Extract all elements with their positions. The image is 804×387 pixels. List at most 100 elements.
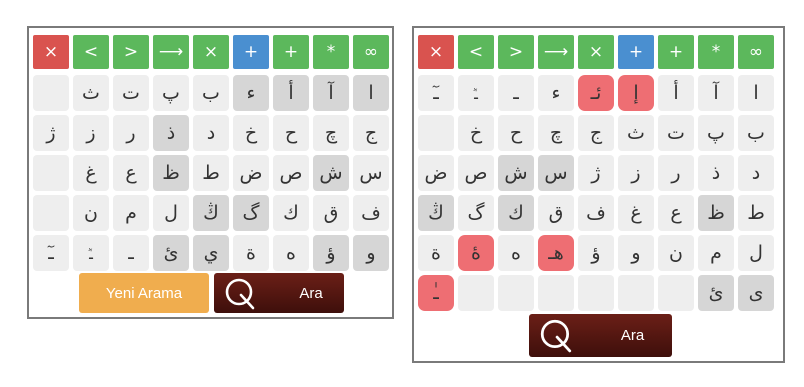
letter-key[interactable]: خ xyxy=(458,115,494,151)
letter-key[interactable]: ڭ xyxy=(418,195,454,231)
move-left-button[interactable]: < xyxy=(73,35,109,69)
letter-key[interactable]: ژ xyxy=(578,155,614,191)
move-left-button[interactable]: < xyxy=(458,35,494,69)
letter-key[interactable]: أ xyxy=(273,75,309,111)
clear-button[interactable]: × xyxy=(193,35,229,69)
letter-key[interactable]: پ xyxy=(153,75,189,111)
letter-key[interactable]: خ xyxy=(233,115,269,151)
letter-key[interactable]: ه xyxy=(498,235,534,271)
letter-key[interactable]: ج xyxy=(578,115,614,151)
close-button[interactable]: × xyxy=(33,35,69,69)
move-right-button[interactable]: > xyxy=(498,35,534,69)
letter-key[interactable]: ج xyxy=(353,115,389,151)
letter-key[interactable]: ت xyxy=(658,115,694,151)
close-button[interactable]: × xyxy=(418,35,454,69)
letter-key[interactable]: ة xyxy=(418,235,454,271)
letter-key[interactable]: ت xyxy=(113,75,149,111)
letter-key[interactable]: ف xyxy=(353,195,389,231)
letter-key[interactable]: آ xyxy=(698,75,734,111)
letter-key[interactable]: ب xyxy=(738,115,774,151)
letter-key[interactable]: ش xyxy=(313,155,349,191)
letter-key[interactable]: و xyxy=(353,235,389,271)
letter-key[interactable]: ق xyxy=(538,195,574,231)
plus-button[interactable]: + xyxy=(658,35,694,69)
letter-key[interactable]: ن xyxy=(73,195,109,231)
letter-key[interactable]: ـٓ xyxy=(33,235,69,271)
letter-key[interactable]: ظ xyxy=(153,155,189,191)
letter-key[interactable]: ى xyxy=(738,275,774,311)
letter-key[interactable]: ذ xyxy=(153,115,189,151)
letter-key[interactable]: چ xyxy=(538,115,574,151)
letter-key[interactable]: ط xyxy=(738,195,774,231)
clear-button[interactable]: × xyxy=(578,35,614,69)
letter-key[interactable]: ا xyxy=(738,75,774,111)
search-button[interactable]: Ara xyxy=(214,273,344,313)
letter-key[interactable]: هـ xyxy=(538,235,574,271)
add-button[interactable]: + xyxy=(618,35,654,69)
letter-key[interactable]: ه xyxy=(273,235,309,271)
letter-key[interactable]: د xyxy=(193,115,229,151)
letter-key[interactable]: گ xyxy=(458,195,494,231)
letter-key[interactable]: آ xyxy=(313,75,349,111)
letter-key[interactable]: س xyxy=(353,155,389,191)
letter-key[interactable]: س xyxy=(538,155,574,191)
letter-key[interactable]: ع xyxy=(658,195,694,231)
letter-key[interactable]: ر xyxy=(113,115,149,151)
new-search-button[interactable]: Yeni Arama xyxy=(79,273,209,313)
letter-key[interactable]: ء xyxy=(233,75,269,111)
letter-key[interactable]: ث xyxy=(618,115,654,151)
letter-key[interactable]: ص xyxy=(458,155,494,191)
letter-key[interactable]: ح xyxy=(273,115,309,151)
letter-key[interactable]: غ xyxy=(73,155,109,191)
wildcard-button[interactable]: * xyxy=(313,35,349,69)
letter-key[interactable]: ـٞ xyxy=(73,235,109,271)
letter-key[interactable]: ا xyxy=(353,75,389,111)
letter-key[interactable]: ع xyxy=(113,155,149,191)
letter-key[interactable]: ژ xyxy=(33,115,69,151)
letter-key[interactable]: ـ xyxy=(113,235,149,271)
letter-key[interactable]: غ xyxy=(618,195,654,231)
letter-key[interactable]: م xyxy=(698,235,734,271)
letter-key[interactable]: إ xyxy=(618,75,654,111)
letter-key[interactable]: ق xyxy=(313,195,349,231)
letter-key[interactable]: م xyxy=(113,195,149,231)
letter-key[interactable]: ـٰ xyxy=(418,275,454,311)
letter-key[interactable]: ز xyxy=(73,115,109,151)
letter-key[interactable]: ڭ xyxy=(193,195,229,231)
letter-key[interactable]: ۀ xyxy=(458,235,494,271)
letter-key[interactable]: ن xyxy=(658,235,694,271)
letter-key[interactable]: ذ xyxy=(698,155,734,191)
add-button[interactable]: + xyxy=(233,35,269,69)
letter-key[interactable]: ي xyxy=(193,235,229,271)
letter-key[interactable]: ة xyxy=(233,235,269,271)
letter-key[interactable]: ـٓ xyxy=(418,75,454,111)
letter-key[interactable]: ح xyxy=(498,115,534,151)
letter-key[interactable]: چ xyxy=(313,115,349,151)
letter-key[interactable]: ـ xyxy=(498,75,534,111)
plus-button[interactable]: + xyxy=(273,35,309,69)
letter-key[interactable]: ظ xyxy=(698,195,734,231)
letter-key[interactable]: ل xyxy=(153,195,189,231)
letter-key[interactable]: ـٞ xyxy=(458,75,494,111)
letter-key[interactable]: گ xyxy=(233,195,269,231)
letter-key[interactable]: د xyxy=(738,155,774,191)
letter-key[interactable]: ب xyxy=(193,75,229,111)
letter-key[interactable]: ؤ xyxy=(313,235,349,271)
arrow-button[interactable]: ⟶ xyxy=(153,35,189,69)
search-button[interactable]: Ara xyxy=(529,314,672,357)
letter-key[interactable]: ص xyxy=(273,155,309,191)
letter-key[interactable]: ط xyxy=(193,155,229,191)
letter-key[interactable]: ل xyxy=(738,235,774,271)
infinity-button[interactable]: ∞ xyxy=(353,35,389,69)
arrow-button[interactable]: ⟶ xyxy=(538,35,574,69)
move-right-button[interactable]: > xyxy=(113,35,149,69)
letter-key[interactable]: أ xyxy=(658,75,694,111)
infinity-button[interactable]: ∞ xyxy=(738,35,774,69)
letter-key[interactable]: ك xyxy=(498,195,534,231)
letter-key[interactable]: پ xyxy=(698,115,734,151)
letter-key[interactable]: ئ xyxy=(698,275,734,311)
letter-key[interactable]: و xyxy=(618,235,654,271)
letter-key[interactable]: ؤ xyxy=(578,235,614,271)
letter-key[interactable]: ئـ xyxy=(578,75,614,111)
letter-key[interactable]: ش xyxy=(498,155,534,191)
